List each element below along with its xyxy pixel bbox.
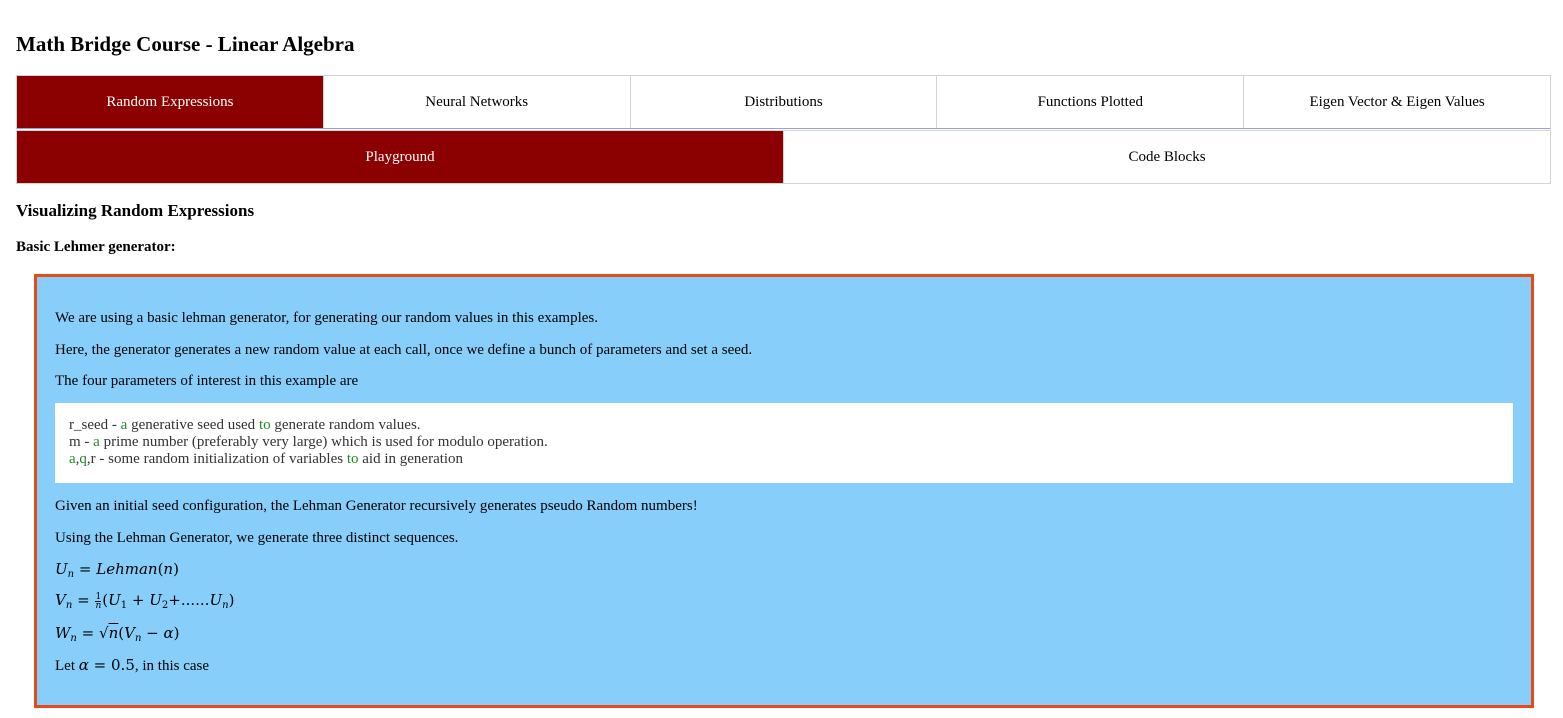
equation-u: Un = Lehman(n) xyxy=(55,560,179,580)
sub-heading: Basic Lehmer generator: xyxy=(16,239,176,255)
after-paragraph-2: Using the Lehman Generator, we generate … xyxy=(55,530,459,546)
secondary-tab-bar: Playground Code Blocks xyxy=(16,130,1551,184)
code-keyword: to xyxy=(258,417,271,433)
code-keyword: a xyxy=(93,434,100,450)
tab-eigen-vectors[interactable]: Eigen Vector & Eigen Values xyxy=(1244,76,1550,128)
intro-paragraph-3: The four parameters of interest in this … xyxy=(55,373,359,389)
alpha-value: 0.5 xyxy=(111,656,135,674)
code-text: prime number (preferably very large) whi… xyxy=(99,434,548,450)
section-heading: Visualizing Random Expressions xyxy=(16,201,255,220)
code-line-m: m - a prime number (preferably very larg… xyxy=(69,434,1499,451)
intro-paragraph-1: We are using a basic lehman generator, f… xyxy=(55,310,599,326)
alpha-prefix: Let xyxy=(55,658,79,674)
code-text: m - xyxy=(69,434,94,450)
code-line-r-seed: r_seed - a generative seed used to gener… xyxy=(69,417,1499,434)
alpha-note: Let α = 0.5, in this case xyxy=(55,656,209,675)
intro-paragraph-2: Here, the generator generates a new rand… xyxy=(55,342,753,358)
code-line-aqr: a,q,r - some random initialization of va… xyxy=(69,451,1499,468)
code-keyword: a xyxy=(69,451,76,467)
parameters-code-block: r_seed - a generative seed used to gener… xyxy=(55,403,1513,483)
tab-neural-networks[interactable]: Neural Networks xyxy=(323,76,631,128)
equation-v: Vn = 1 n (U1 + U2+......Un) xyxy=(55,591,235,611)
tab-playground[interactable]: Playground xyxy=(17,131,784,183)
code-keyword: q xyxy=(79,451,87,467)
tab-distributions[interactable]: Distributions xyxy=(630,76,938,128)
after-paragraph-1: Given an initial seed configuration, the… xyxy=(55,498,698,514)
equation-w: Wn = √n(Vn − α) xyxy=(55,624,180,644)
primary-tab-bar: Random Expressions Neural Networks Distr… xyxy=(16,75,1551,129)
tab-code-blocks[interactable]: Code Blocks xyxy=(784,131,1550,183)
code-text: generative seed used xyxy=(127,417,259,433)
code-text: r_seed - xyxy=(69,417,121,433)
lehmer-info-panel: We are using a basic lehman generator, f… xyxy=(34,274,1534,708)
fraction-one-over-n: 1n xyxy=(95,591,102,611)
tab-random-expressions[interactable]: Random Expressions xyxy=(17,76,324,128)
code-text: ,r - some random initialization of varia… xyxy=(86,451,347,467)
alpha-equation: α = 0.5 xyxy=(78,656,135,674)
tab-functions-plotted[interactable]: Functions Plotted xyxy=(937,76,1245,128)
code-text: aid in generation xyxy=(358,451,464,467)
alpha-suffix: , in this case xyxy=(134,658,210,674)
page-title: Math Bridge Course - Linear Algebra xyxy=(16,32,355,56)
code-keyword: to xyxy=(346,451,359,467)
code-text: generate random values. xyxy=(270,417,421,433)
